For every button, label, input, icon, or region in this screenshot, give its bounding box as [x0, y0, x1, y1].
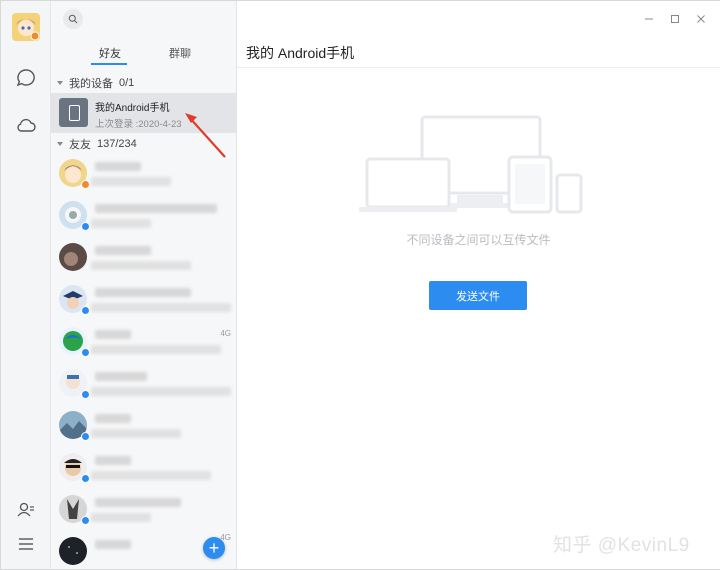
search-button[interactable]	[63, 9, 83, 29]
friend-status-blurred	[91, 177, 171, 186]
device-detail-panel: 我的 Android手机 不同设备之间可以互传文件 发送文件	[237, 1, 720, 569]
watermark: 知乎 @KevinL9	[553, 535, 690, 556]
friend-status-blurred	[91, 387, 231, 396]
status-badge	[81, 474, 90, 483]
status-badge	[81, 390, 90, 399]
friend-avatar	[59, 243, 87, 271]
divider	[237, 67, 720, 68]
window-controls	[636, 9, 714, 29]
app-window: 好友 群聊 我的设备 0/1 我的Android手机 上次登录 :2020-4-…	[0, 0, 720, 570]
maximize-button[interactable]	[662, 9, 688, 29]
status-badge	[81, 348, 90, 357]
contacts-icon[interactable]	[15, 499, 37, 521]
network-label: 4G	[220, 329, 231, 338]
devices-illustration-icon	[359, 115, 583, 214]
friend-name-blurred	[95, 372, 147, 381]
user-avatar[interactable]	[12, 13, 40, 41]
status-badge	[81, 180, 90, 189]
friend-status-blurred	[91, 261, 191, 270]
friend-name-blurred	[95, 288, 191, 297]
friend-name-blurred	[95, 498, 181, 507]
friend-item[interactable]	[51, 237, 236, 279]
friend-status-blurred	[91, 513, 151, 522]
status-badge	[81, 516, 90, 525]
group-count: 0/1	[119, 77, 135, 89]
chevron-down-icon	[57, 142, 63, 146]
friend-name-blurred	[95, 162, 141, 171]
chevron-down-icon	[57, 81, 63, 85]
friend-status-blurred	[91, 219, 151, 228]
friend-name-blurred	[95, 456, 131, 465]
friend-name-blurred	[95, 330, 131, 339]
menu-icon[interactable]	[15, 533, 37, 555]
friend-item[interactable]	[51, 489, 236, 531]
list-tabs: 好友 群聊	[51, 39, 236, 65]
minimize-button[interactable]	[636, 9, 662, 29]
search-icon	[68, 14, 78, 24]
friend-item[interactable]	[51, 279, 236, 321]
send-file-button[interactable]: 发送文件	[429, 281, 527, 310]
friend-status-blurred	[91, 471, 211, 480]
friend-avatar	[59, 537, 87, 565]
friend-name-blurred	[95, 414, 131, 423]
status-badge	[81, 222, 90, 231]
contact-list-panel: 好友 群聊 我的设备 0/1 我的Android手机 上次登录 :2020-4-…	[51, 1, 237, 569]
group-name: 友友	[69, 139, 91, 151]
add-button[interactable]: +	[203, 537, 225, 559]
friend-status-blurred	[91, 303, 231, 312]
friend-item[interactable]: 4G	[51, 321, 236, 363]
friend-name-blurred	[95, 246, 151, 255]
phone-icon	[59, 98, 88, 127]
sidebar-rail	[1, 1, 51, 569]
hint-text: 不同设备之间可以互传文件	[406, 233, 551, 247]
group-my-devices[interactable]: 我的设备 0/1	[51, 73, 236, 93]
page-title: 我的 Android手机	[246, 45, 355, 61]
device-last-login: 上次登录 :2020-4-23	[95, 119, 182, 130]
friend-item[interactable]	[51, 195, 236, 237]
friend-item[interactable]	[51, 363, 236, 405]
close-icon	[697, 15, 705, 23]
friend-item[interactable]	[51, 447, 236, 489]
tab-friends[interactable]: 好友	[99, 45, 121, 61]
tab-active-indicator	[91, 63, 127, 65]
minimize-icon	[645, 18, 653, 20]
group-name: 我的设备	[69, 78, 113, 90]
friend-status-blurred	[91, 429, 181, 438]
tab-groups[interactable]: 群聊	[169, 45, 191, 61]
status-badge	[81, 432, 90, 441]
maximize-icon	[671, 15, 679, 23]
annotation-arrow	[185, 113, 226, 158]
chat-bubble-icon[interactable]	[15, 67, 37, 89]
cloud-icon[interactable]	[15, 114, 37, 136]
friend-item[interactable]	[51, 405, 236, 447]
friend-name-blurred	[95, 204, 217, 213]
friend-name-blurred	[95, 540, 131, 549]
group-count: 137/234	[97, 138, 137, 150]
close-button[interactable]	[688, 9, 714, 29]
device-name: 我的Android手机	[95, 103, 170, 114]
friend-status-blurred	[91, 345, 221, 354]
status-badge	[81, 306, 90, 315]
